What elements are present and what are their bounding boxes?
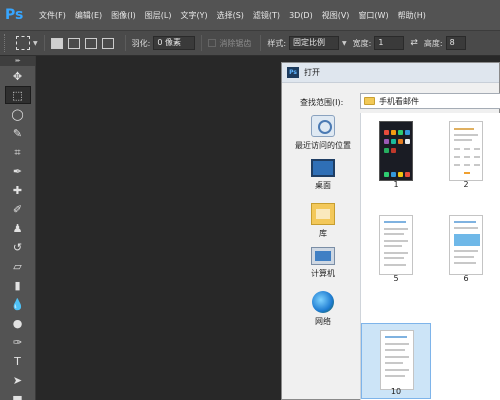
eraser-tool-icon[interactable]: ▱	[5, 257, 31, 275]
move-tool-icon[interactable]: ✥	[5, 67, 31, 85]
file-name: 5	[393, 274, 399, 283]
computer-icon	[311, 247, 335, 265]
quick-select-tool-icon[interactable]: ✎	[5, 124, 31, 142]
file-name: 1	[393, 180, 399, 189]
menu-edit[interactable]: 编辑(E)	[75, 10, 102, 21]
menu-layer[interactable]: 图层(L)	[145, 10, 172, 21]
menu-filter[interactable]: 滤镜(T)	[253, 10, 280, 21]
file-item[interactable]: 5	[361, 209, 431, 285]
menu-select[interactable]: 选择(S)	[217, 10, 244, 21]
dialog-titlebar[interactable]: Ps 打开	[282, 63, 499, 83]
swap-dimensions-icon[interactable]: ⇄	[410, 38, 418, 48]
network-icon	[312, 291, 334, 313]
width-input[interactable]: 1	[374, 36, 405, 50]
image-thumbnail	[449, 215, 483, 275]
style-label: 样式:	[267, 38, 287, 48]
menu-file[interactable]: 文件(F)	[39, 10, 66, 21]
desktop-icon	[311, 159, 335, 177]
height-input[interactable]: 8	[445, 36, 466, 50]
place-label: 计算机	[311, 269, 335, 278]
folder-icon	[364, 97, 375, 105]
divider	[260, 35, 262, 51]
open-file-dialog: Ps 打开 查找范围(I): 手机看邮件 最近访问的位置 桌面 库 计算机 网络	[281, 62, 500, 400]
look-in-label: 查找范围(I):	[300, 98, 344, 107]
divider	[124, 35, 126, 51]
place-label: 网络	[315, 317, 331, 326]
file-name: 10	[390, 387, 402, 396]
path-selection-tool-icon[interactable]: ➤	[5, 371, 31, 389]
options-bar: ▼ 羽化: 0 像素 消除锯齿 样式: 固定比例 ▼ 宽度: 1 ⇄ 高度: 8	[0, 30, 500, 56]
place-label: 库	[319, 229, 327, 238]
menu-help[interactable]: 帮助(H)	[398, 10, 426, 21]
toolbox-collapse-icon[interactable]: ▸▸	[0, 56, 35, 66]
marquee-tool-icon[interactable]: ⬚	[4, 86, 31, 104]
divider	[43, 35, 45, 51]
brush-tool-icon[interactable]: ✐	[5, 200, 31, 218]
subtract-selection-mode-icon[interactable]	[84, 37, 97, 49]
new-selection-mode-icon[interactable]	[50, 37, 63, 49]
menu-image[interactable]: 图像(I)	[111, 10, 136, 21]
width-label: 宽度:	[352, 38, 372, 48]
image-thumbnail	[379, 121, 413, 181]
antialias-checkbox[interactable]	[208, 39, 217, 47]
recent-places-icon	[311, 115, 335, 137]
photoshop-logo-icon: Ps	[5, 7, 24, 23]
file-name: 2	[463, 180, 469, 189]
feather-input[interactable]: 0 像素	[153, 36, 196, 50]
look-in-select[interactable]: 手机看邮件	[360, 93, 500, 109]
library-icon	[311, 203, 335, 225]
dialog-title: 打开	[304, 68, 320, 77]
image-thumbnail	[379, 215, 413, 275]
blur-tool-icon[interactable]: 💧	[5, 295, 31, 313]
pen-tool-icon[interactable]: ✑	[5, 333, 31, 351]
menu-window[interactable]: 窗口(W)	[358, 10, 388, 21]
photoshop-app-icon: Ps	[287, 67, 299, 78]
shape-tool-icon[interactable]: ■	[5, 390, 31, 400]
style-select[interactable]: 固定比例	[289, 36, 340, 50]
add-selection-mode-icon[interactable]	[67, 37, 80, 49]
crop-tool-icon[interactable]: ⌗	[5, 143, 31, 161]
history-brush-tool-icon[interactable]: ↺	[5, 238, 31, 256]
clone-stamp-tool-icon[interactable]: ♟	[5, 219, 31, 237]
place-label: 最近访问的位置	[295, 141, 351, 150]
feather-label: 羽化:	[131, 38, 151, 48]
look-in-value: 手机看邮件	[379, 96, 419, 106]
menu-3d[interactable]: 3D(D)	[289, 11, 313, 20]
place-network[interactable]: 网络	[288, 291, 358, 327]
healing-brush-tool-icon[interactable]: ✚	[5, 181, 31, 199]
menu-bar: Ps 文件(F) 编辑(E) 图像(I) 图层(L) 文字(Y) 选择(S) 滤…	[0, 0, 500, 30]
dodge-tool-icon[interactable]: ●	[5, 314, 31, 332]
place-library[interactable]: 库	[288, 203, 358, 239]
chevron-down-icon[interactable]: ▼	[342, 40, 347, 47]
antialias-label: 消除锯齿	[219, 38, 252, 48]
gradient-tool-icon[interactable]: ▮	[5, 276, 31, 294]
file-item[interactable]: 2	[431, 115, 500, 191]
type-tool-icon[interactable]: T	[5, 352, 31, 370]
file-list[interactable]: 1 2 5 6 10	[360, 113, 500, 400]
height-label: 高度:	[423, 38, 443, 48]
place-computer[interactable]: 计算机	[288, 247, 358, 279]
file-item-selected[interactable]: 10	[361, 323, 431, 399]
lasso-tool-icon[interactable]: ◯	[5, 105, 31, 123]
options-grip[interactable]	[4, 34, 8, 52]
place-label: 桌面	[315, 181, 331, 190]
place-recent[interactable]: 最近访问的位置	[288, 115, 358, 151]
eyedropper-tool-icon[interactable]: ✒	[5, 162, 31, 180]
toolbox: ▸▸ ✥ ⬚ ◯ ✎ ⌗ ✒ ✚ ✐ ♟ ↺ ▱ ▮ 💧 ● ✑ T ➤ ■	[0, 56, 36, 400]
image-thumbnail	[380, 330, 414, 390]
tool-list: ✥ ⬚ ◯ ✎ ⌗ ✒ ✚ ✐ ♟ ↺ ▱ ▮ 💧 ● ✑ T ➤ ■	[0, 67, 35, 400]
intersect-selection-mode-icon[interactable]	[101, 37, 114, 49]
file-name: 6	[463, 274, 469, 283]
image-thumbnail	[449, 121, 483, 181]
menu-view[interactable]: 视图(V)	[322, 10, 350, 21]
file-item[interactable]: 1	[361, 115, 431, 191]
place-desktop[interactable]: 桌面	[288, 159, 358, 191]
chevron-down-icon[interactable]: ▼	[33, 40, 38, 47]
file-item[interactable]: 6	[431, 209, 500, 285]
places-bar: 最近访问的位置 桌面 库 计算机 网络	[288, 113, 358, 400]
menu-type[interactable]: 文字(Y)	[180, 10, 207, 21]
divider	[201, 35, 203, 51]
rect-marquee-preset-icon[interactable]	[16, 36, 30, 50]
